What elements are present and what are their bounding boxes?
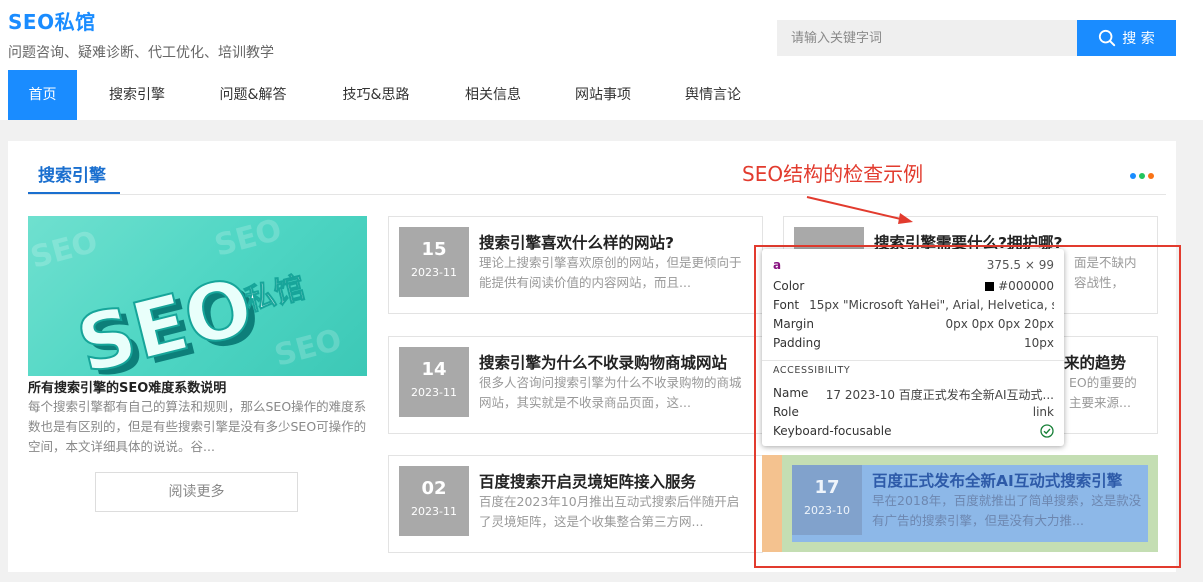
- svg-text:SEO: SEO: [271, 322, 345, 373]
- site-logo[interactable]: SEO私馆: [8, 6, 96, 35]
- svg-text:私馆: 私馆: [242, 270, 309, 318]
- nav-item-related-info[interactable]: 相关信息: [453, 70, 533, 120]
- inspector-tooltip: a 375.5 × 99 Color #000000 Font 15px "Mi…: [762, 249, 1064, 446]
- dot-green: [1139, 173, 1145, 179]
- featured-description: 每个搜索引擎都有自己的算法和规则，那么SEO操作的难度系数也是有区别的，但是有些…: [28, 399, 367, 454]
- date-year-month: 2023-11: [411, 266, 457, 279]
- section-divider: [28, 194, 1166, 195]
- annotation-label: SEO结构的检查示例: [742, 162, 924, 186]
- tooltip-row-name: Name 17 2023-10 百度正式发布全新AI互动式...: [773, 386, 1054, 402]
- tooltip-row-padding: Padding 10px: [773, 336, 1054, 350]
- date-day: 14: [421, 359, 447, 380]
- search-button[interactable]: 搜 索: [1077, 20, 1176, 56]
- article-card[interactable]: 14 2023-11 搜索引擎为什么不收录购物商城网站 很多人咨询问搜索引擎为什…: [388, 336, 763, 434]
- nav-item-search-engines[interactable]: 搜索引擎: [97, 70, 177, 120]
- date-badge: 15 2023-11: [399, 227, 469, 297]
- article-card[interactable]: 15 2023-11 搜索引擎喜欢什么样的网站? 理论上搜索引擎喜欢原创的网站，…: [388, 216, 763, 314]
- annotation-arrow-icon: [806, 196, 913, 224]
- article-title[interactable]: 百度搜索开启灵境矩阵接入服务: [479, 470, 752, 492]
- date-day: 15: [421, 239, 447, 260]
- tooltip-size: 375.5 × 99: [986, 258, 1054, 272]
- date-badge: 14 2023-11: [399, 347, 469, 417]
- tooltip-row-role: Role link: [773, 405, 1054, 419]
- article-card[interactable]: 02 2023-11 百度搜索开启灵境矩阵接入服务 百度在2023年10月推出互…: [388, 455, 763, 553]
- article-summary: 百度在2023年10月推出互动式搜索后伴随开启了灵境矩阵，这是个收集整合第三方网…: [479, 494, 740, 529]
- svg-text:SEO: SEO: [211, 216, 285, 264]
- nav-item-qa[interactable]: 问题&解答: [207, 70, 299, 120]
- tooltip-tag: a: [773, 258, 782, 272]
- svg-text:SEO: SEO: [28, 224, 101, 275]
- date-badge: 02 2023-11: [399, 466, 469, 536]
- site-tagline: 问题咨询、疑难诊断、代工优化、培训教学: [8, 45, 274, 61]
- nav-item-site-matters[interactable]: 网站事项: [563, 70, 643, 120]
- article-summary: 很多人咨询问搜索引擎为什么不收录购物的商城网站，其实就是不收录商品页面，这...: [479, 375, 742, 410]
- seo-logo-art: SEO SEO SEO SEO SEO 私馆: [28, 216, 345, 376]
- nav-item-opinion[interactable]: 舆情言论: [673, 70, 753, 120]
- dot-orange: [1148, 173, 1154, 179]
- tooltip-row-margin: Margin 0px 0px 0px 20px: [773, 317, 1054, 331]
- check-circle-icon: [1040, 424, 1054, 438]
- search-icon: [1099, 29, 1116, 47]
- date-year-month: 2023-11: [411, 386, 457, 399]
- color-swatch-icon: [985, 282, 995, 291]
- search-input[interactable]: [777, 20, 1077, 56]
- article-title[interactable]: 搜索引擎喜欢什么样的网站?: [479, 231, 752, 253]
- tooltip-row-color: Color #000000: [773, 279, 1054, 293]
- date-day: 02: [421, 478, 447, 499]
- read-more-button[interactable]: 阅读更多: [95, 472, 298, 512]
- tooltip-accessibility-heading: ACCESSIBILITY: [773, 365, 851, 376]
- search-button-label: 搜 索: [1122, 31, 1155, 47]
- article-title[interactable]: 搜索引擎为什么不收录购物商城网站: [479, 351, 752, 373]
- more-dots-icon[interactable]: [1130, 173, 1154, 179]
- dot-blue: [1130, 173, 1136, 179]
- featured-image[interactable]: SEO SEO SEO SEO SEO 私馆: [28, 216, 367, 376]
- tooltip-row-focusable: Keyboard-focusable: [773, 424, 1054, 442]
- article-summary: 理论上搜索引擎喜欢原创的网站，但是更倾向于能提供有阅读价值的内容网站，而且...: [479, 255, 742, 290]
- site-header: SEO私馆 问题咨询、疑难诊断、代工优化、培训教学 搜 索: [0, 0, 1203, 70]
- section-title-underline: [28, 192, 120, 194]
- main-nav: 首页 搜索引擎 问题&解答 技巧&思路 相关信息 网站事项 舆情言论: [0, 70, 1203, 120]
- date-year-month: 2023-11: [411, 505, 457, 518]
- nav-item-home[interactable]: 首页: [8, 70, 77, 120]
- section-title: 搜索引擎: [38, 166, 106, 186]
- nav-item-tips[interactable]: 技巧&思路: [330, 70, 422, 120]
- tooltip-divider: [762, 360, 1064, 361]
- featured-title[interactable]: 所有搜索引擎的SEO难度系数说明: [28, 377, 226, 396]
- tooltip-row-font: Font 15px "Microsoft YaHei", Arial, Helv…: [773, 298, 1054, 312]
